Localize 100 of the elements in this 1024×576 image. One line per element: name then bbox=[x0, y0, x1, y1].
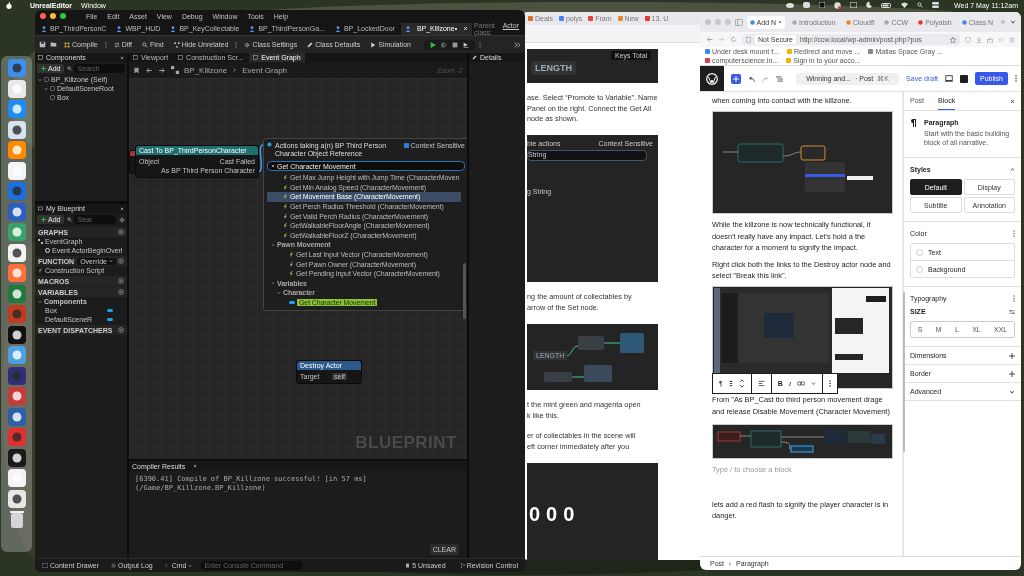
drawer-icon bbox=[42, 563, 48, 568]
favicon-icon bbox=[884, 19, 890, 25]
caret-icon bbox=[109, 259, 113, 263]
bookmark-icon[interactable] bbox=[133, 66, 140, 74]
sliders-icon[interactable] bbox=[1009, 308, 1015, 315]
preview-icon[interactable] bbox=[945, 75, 954, 82]
clear-icon[interactable] bbox=[271, 164, 275, 168]
settings-icon bbox=[244, 41, 251, 48]
record-icon[interactable] bbox=[834, 1, 842, 9]
function-icon bbox=[283, 223, 288, 229]
graph-canvas[interactable] bbox=[129, 78, 467, 459]
eject-icon[interactable] bbox=[462, 41, 469, 48]
favicon-icon bbox=[617, 16, 623, 21]
favicon-icon bbox=[845, 19, 851, 25]
empty-swatch-icon bbox=[916, 248, 923, 256]
blueprint-icon bbox=[38, 206, 43, 211]
favicon-icon bbox=[792, 19, 798, 25]
add-circle-icon[interactable] bbox=[118, 258, 124, 264]
play-icon[interactable] bbox=[429, 41, 436, 48]
event-icon bbox=[45, 248, 50, 253]
plus-icon bbox=[733, 75, 739, 82]
function-icon bbox=[289, 271, 294, 277]
overflow-chevron-icon[interactable] bbox=[514, 41, 521, 48]
arrows-icon bbox=[113, 41, 120, 48]
blueprint-icon bbox=[116, 25, 123, 32]
chevron-down-icon[interactable] bbox=[1009, 388, 1015, 395]
tab-icon bbox=[178, 55, 184, 60]
wordpress-logo[interactable] bbox=[700, 66, 724, 91]
search-icon[interactable] bbox=[917, 2, 924, 8]
undo-icon[interactable] bbox=[748, 75, 755, 82]
forward-arrow-icon[interactable] bbox=[158, 66, 166, 74]
wire bbox=[257, 144, 264, 173]
list-view-icon[interactable] bbox=[776, 75, 783, 82]
variable-pill-icon bbox=[289, 301, 295, 304]
add-circle-icon[interactable] bbox=[118, 327, 124, 333]
settings-toggle[interactable] bbox=[960, 74, 969, 83]
counter-digits: 000 bbox=[529, 503, 581, 526]
favicon-icon bbox=[961, 19, 967, 25]
moon-icon[interactable] bbox=[866, 2, 873, 8]
plus-icon bbox=[41, 217, 46, 222]
play-icon bbox=[370, 41, 377, 48]
graph-icon bbox=[171, 66, 179, 74]
chevron-down-icon[interactable] bbox=[1010, 19, 1016, 25]
drag-handle-icon[interactable] bbox=[728, 380, 733, 388]
breadcrumb-item[interactable]: BP_Killzone bbox=[184, 65, 228, 75]
link-icon[interactable] bbox=[797, 381, 806, 387]
function-icon bbox=[38, 268, 43, 273]
pencil-icon bbox=[307, 41, 314, 48]
add-circle-icon[interactable] bbox=[118, 278, 124, 284]
add-circle-icon[interactable] bbox=[118, 289, 124, 295]
chevron-icon bbox=[232, 67, 238, 73]
favicon-icon bbox=[868, 49, 874, 54]
search-icon bbox=[142, 41, 149, 48]
more-icon[interactable] bbox=[829, 380, 832, 388]
w-logo-icon bbox=[706, 72, 718, 85]
folder-icon[interactable] bbox=[50, 41, 57, 48]
close-icon[interactable] bbox=[1010, 98, 1015, 104]
add-block-button[interactable] bbox=[731, 73, 741, 84]
close-button[interactable] bbox=[40, 13, 46, 19]
function-icon bbox=[283, 184, 288, 190]
add-circle-icon[interactable] bbox=[118, 229, 124, 235]
pilcrow-icon bbox=[910, 119, 916, 127]
plus-icon[interactable] bbox=[1009, 352, 1015, 359]
minimize-button[interactable] bbox=[50, 13, 56, 19]
caret-icon bbox=[188, 563, 193, 568]
shield-icon bbox=[746, 36, 751, 43]
tab-icon bbox=[253, 55, 259, 60]
save-icon[interactable] bbox=[39, 41, 46, 48]
pin-icon bbox=[267, 142, 272, 147]
plus-icon bbox=[41, 66, 46, 71]
back-arrow-icon[interactable] bbox=[145, 66, 153, 74]
scrollbar bbox=[463, 263, 466, 319]
move-arrows-icon[interactable] bbox=[738, 379, 745, 389]
function-icon bbox=[289, 252, 294, 258]
stop-icon[interactable] bbox=[451, 41, 458, 48]
zoom-button[interactable] bbox=[60, 13, 66, 19]
pencil-icon bbox=[472, 55, 477, 60]
function-icon bbox=[289, 261, 294, 267]
function-icon bbox=[283, 204, 288, 210]
star-icon[interactable] bbox=[950, 36, 956, 43]
plus-icon[interactable] bbox=[1009, 370, 1015, 377]
align-icon[interactable] bbox=[757, 380, 765, 388]
chevron-up-icon[interactable] bbox=[1010, 167, 1015, 172]
tab-icon bbox=[133, 55, 138, 60]
search-icon bbox=[67, 217, 73, 222]
switches-icon[interactable] bbox=[932, 2, 940, 8]
file-icon bbox=[405, 563, 411, 568]
display-icon[interactable] bbox=[850, 2, 858, 8]
app-icon[interactable] bbox=[819, 2, 826, 8]
battery-icon[interactable] bbox=[881, 2, 893, 8]
function-icon bbox=[283, 213, 288, 219]
breadcrumb-item[interactable]: Event Graph bbox=[242, 65, 288, 75]
graph-icon bbox=[38, 239, 43, 244]
settings-icon[interactable] bbox=[119, 216, 125, 223]
wifi-icon[interactable] bbox=[901, 2, 909, 8]
function-icon bbox=[283, 194, 288, 200]
chevron-down-icon[interactable] bbox=[811, 381, 817, 387]
nodes-icon bbox=[173, 41, 180, 48]
branch-icon bbox=[459, 563, 465, 568]
step-icon[interactable] bbox=[440, 41, 447, 48]
